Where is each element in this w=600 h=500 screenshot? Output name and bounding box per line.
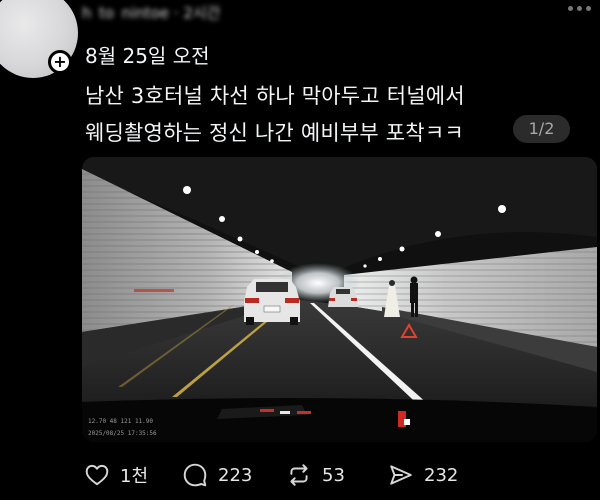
share-count: 232 xyxy=(424,464,459,486)
share-button[interactable]: 232 xyxy=(388,462,458,488)
comment-count: 223 xyxy=(218,464,253,486)
image-page-indicator: 1/2 xyxy=(513,115,570,143)
heart-icon xyxy=(85,464,109,486)
repost-button[interactable]: 53 xyxy=(286,462,345,488)
post-actions: 1천 223 53 232 xyxy=(84,462,504,494)
author-name-blurred[interactable]: h_to_nintoe · 2시간 xyxy=(82,2,312,20)
repost-count: 53 xyxy=(322,464,345,486)
comment-icon xyxy=(183,463,207,487)
repost-icon xyxy=(290,464,308,486)
post-date: 8월 25일 오전 xyxy=(85,44,210,68)
follow-plus-button[interactable]: + xyxy=(48,50,72,74)
dashcam-overlay-bottom: 2025/08/25 17:35:56 xyxy=(88,430,157,437)
like-button[interactable]: 1천 xyxy=(84,462,148,488)
tunnel-dashcam-photo: 12.70 48 121 11.90 2025/08/25 17:35:56 xyxy=(82,157,597,442)
like-count: 1천 xyxy=(120,466,149,487)
post-image[interactable]: 12.70 48 121 11.90 2025/08/25 17:35:56 xyxy=(82,157,597,442)
dashcam-overlay-top: 12.70 48 121 11.90 xyxy=(88,418,153,425)
plus-icon: + xyxy=(53,51,67,71)
post-text-line-1: 남산 3호터널 차선 하나 막아두고 터널에서 xyxy=(85,84,465,108)
post-text-line-2: 웨딩촬영하는 정신 나간 예비부부 포착ㅋㅋ xyxy=(85,121,464,145)
send-icon xyxy=(390,465,412,485)
more-options-icon[interactable] xyxy=(568,6,591,11)
comment-button[interactable]: 223 xyxy=(182,462,252,488)
